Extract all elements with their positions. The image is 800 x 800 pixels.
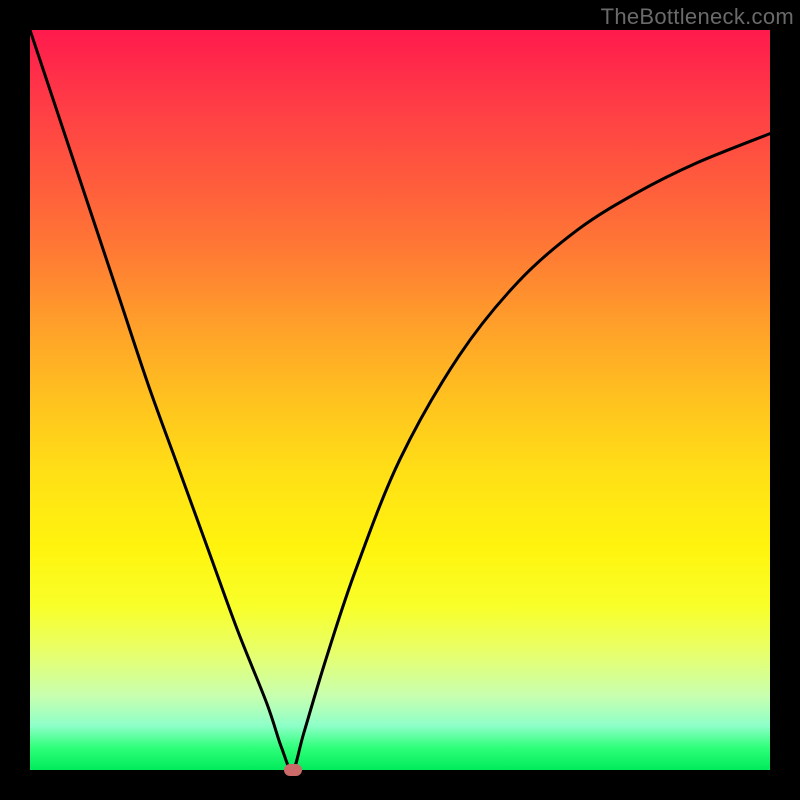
optimum-marker <box>284 764 302 776</box>
bottleneck-curve <box>30 30 770 770</box>
chart-area <box>30 30 770 770</box>
watermark-text: TheBottleneck.com <box>601 4 794 30</box>
